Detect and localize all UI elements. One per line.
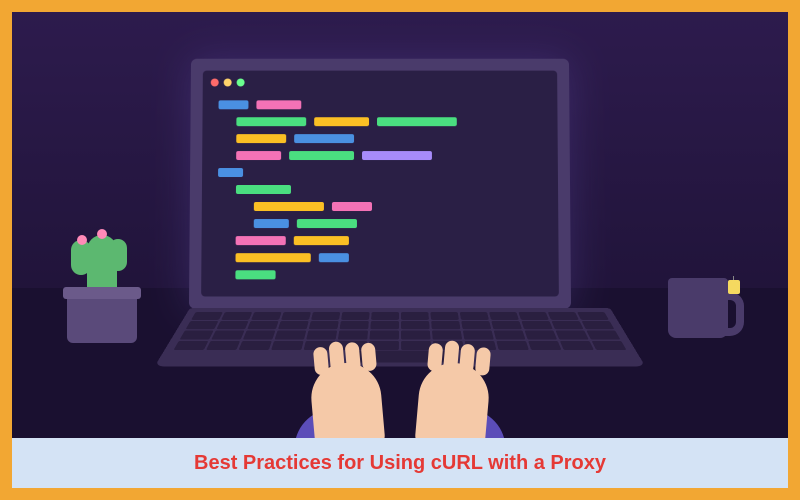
cactus-icon — [67, 293, 137, 343]
code-block — [209, 96, 551, 291]
illustration-scene — [12, 12, 788, 438]
flower-icon — [97, 229, 107, 239]
minimize-dot-icon — [224, 79, 232, 87]
flower-icon — [77, 235, 87, 245]
caption-bar: Best Practices for Using cURL with a Pro… — [12, 438, 788, 488]
laptop-screen — [189, 59, 571, 309]
laptop-keyboard — [155, 308, 646, 366]
image-frame: Best Practices for Using cURL with a Pro… — [12, 12, 788, 488]
code-editor — [201, 71, 559, 297]
maximize-dot-icon — [237, 79, 245, 87]
plant-pot — [67, 293, 137, 343]
cactus-body — [87, 235, 117, 295]
laptop-icon — [190, 58, 610, 408]
mug-icon — [668, 278, 728, 338]
close-dot-icon — [211, 79, 219, 87]
caption-text: Best Practices for Using cURL with a Pro… — [194, 452, 606, 475]
tea-tag-icon — [728, 280, 740, 294]
window-controls — [211, 79, 550, 87]
